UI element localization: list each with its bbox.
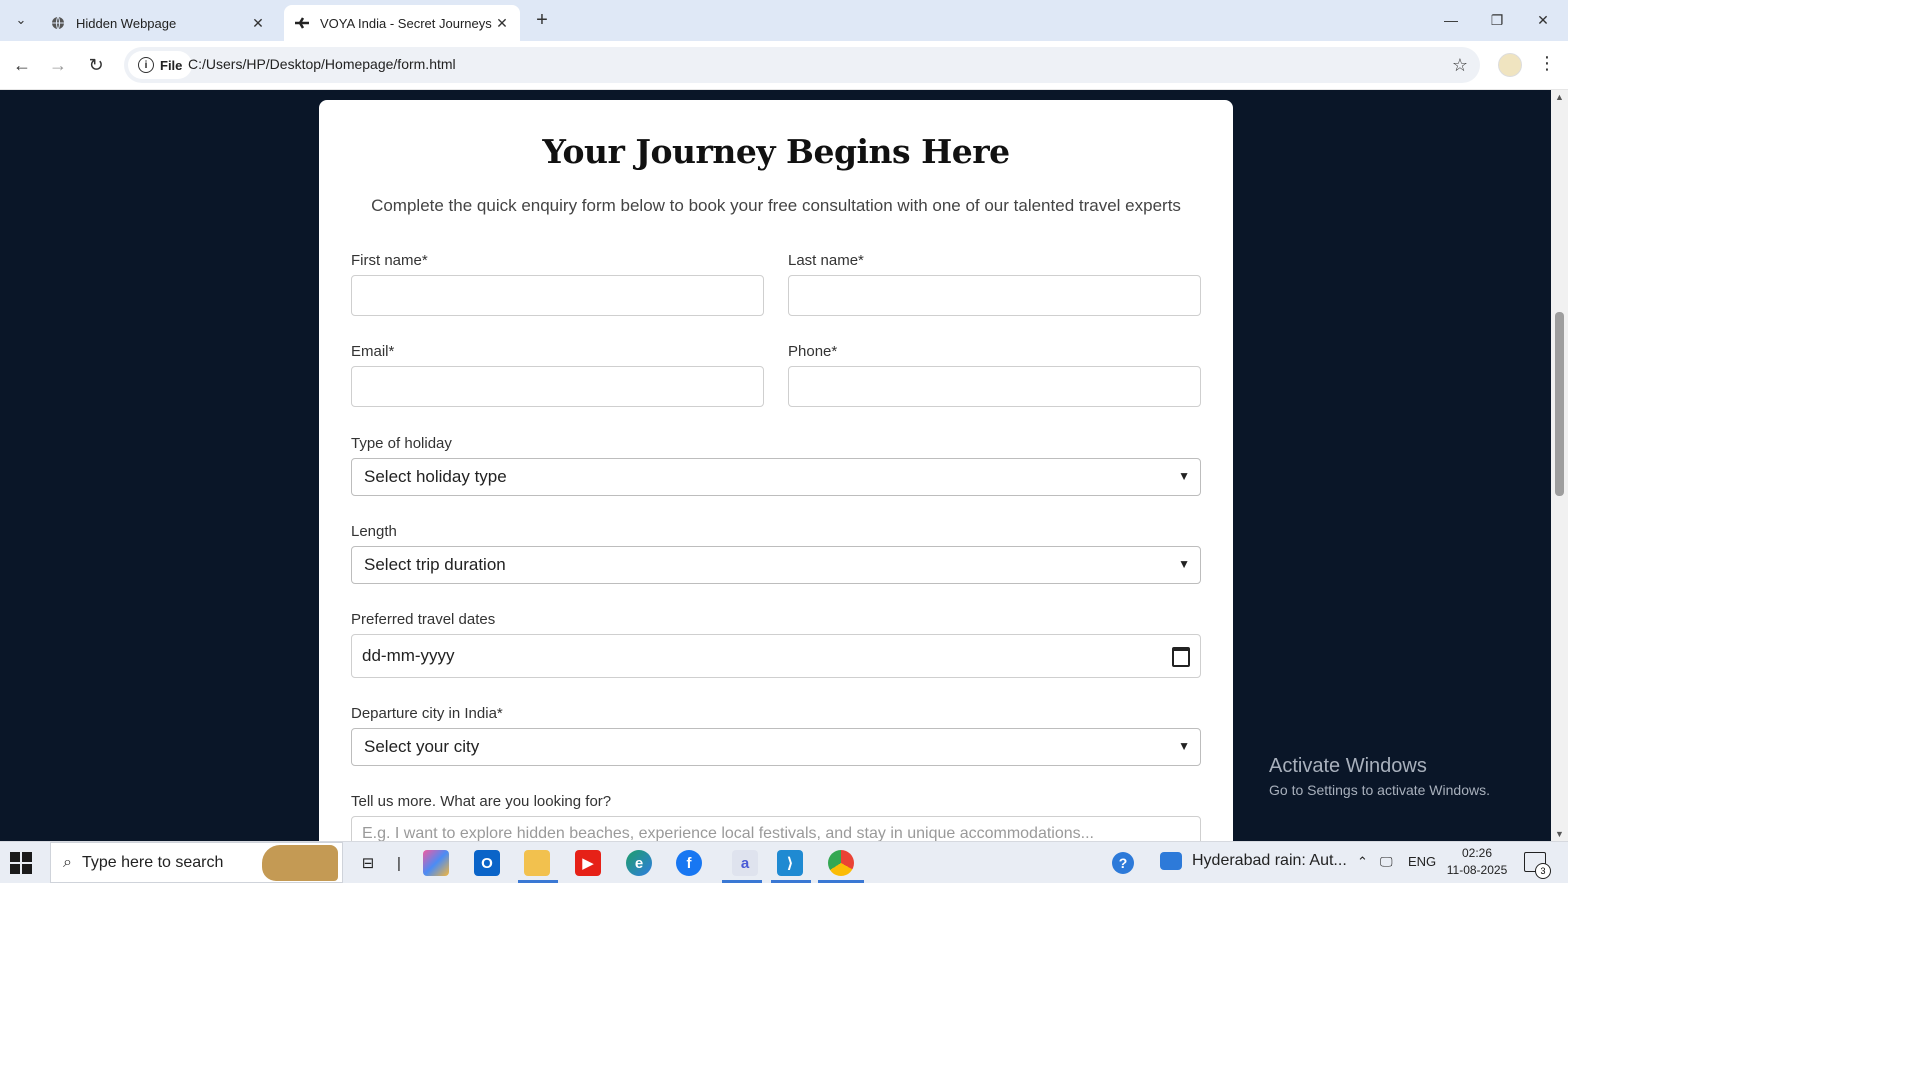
browser-toolbar: ← → ↻ i File C:/Users/HP/Desktop/Homepag… <box>0 41 1568 90</box>
holiday-type-label: Type of holiday <box>351 435 452 452</box>
news-widget[interactable]: Hyderabad rain: Aut... <box>1160 852 1347 870</box>
bookmark-star-icon[interactable]: ☆ <box>1452 55 1468 76</box>
tab-title: VOYA India - Secret Journeys <box>320 15 492 31</box>
vscode-icon[interactable]: ⟩ <box>777 850 803 876</box>
document-app-icon[interactable]: a <box>732 850 758 876</box>
help-icon[interactable]: ? <box>1112 852 1134 874</box>
search-placeholder: Type here to search <box>81 853 224 871</box>
departure-city-label: Departure city in India* <box>351 705 503 722</box>
departure-city-select[interactable]: Select your city ▼ <box>351 728 1201 766</box>
close-window-icon[interactable]: ✕ <box>1520 8 1566 32</box>
forward-icon[interactable]: → <box>46 53 70 77</box>
youtube-icon[interactable]: ▶ <box>575 850 601 876</box>
first-name-input[interactable] <box>351 275 764 316</box>
active-app-underline <box>518 880 558 883</box>
travel-dates-value: dd-mm-yyyy <box>362 646 455 665</box>
active-app-underline <box>771 880 811 883</box>
file-explorer-icon[interactable] <box>524 850 550 876</box>
scroll-up-icon[interactable]: ▲ <box>1555 92 1564 102</box>
active-app-underline <box>818 880 864 883</box>
menu-kebab-icon[interactable]: ⋮ <box>1538 53 1556 74</box>
globe-icon <box>50 15 66 31</box>
minimize-icon[interactable]: — <box>1428 8 1474 32</box>
scroll-down-icon[interactable]: ▼ <box>1555 829 1564 839</box>
tab-strip: ⌄ Hidden Webpage ✕ VOYA India - Secret J… <box>0 0 1568 41</box>
page-viewport: Your Journey Begins Here Complete the qu… <box>0 90 1551 841</box>
chevron-down-icon: ▼ <box>1178 739 1190 753</box>
watermark-subtitle: Go to Settings to activate Windows. <box>1269 782 1490 798</box>
widgets-divider-icon: | <box>397 854 401 872</box>
departure-city-value: Select your city <box>364 737 480 756</box>
taskbar-search-box[interactable]: ⌕ Type here to search <box>50 842 343 883</box>
search-icon: ⌕ <box>63 853 72 871</box>
news-icon <box>1160 852 1182 870</box>
tab-title: Hidden Webpage <box>76 15 177 31</box>
chevron-down-icon: ▼ <box>1178 469 1190 483</box>
close-tab-icon[interactable]: ✕ <box>248 15 268 32</box>
active-app-underline <box>722 880 762 883</box>
scrollbar-thumb[interactable] <box>1555 312 1564 496</box>
news-headline: Hyderabad rain: Aut... <box>1192 852 1347 869</box>
holiday-type-value: Select holiday type <box>364 467 507 486</box>
site-info-chip[interactable]: i File <box>128 51 193 79</box>
length-label: Length <box>351 523 397 540</box>
calendar-icon[interactable] <box>1172 647 1190 667</box>
notification-count: 3 <box>1535 863 1551 879</box>
email-input[interactable] <box>351 366 764 407</box>
notifications-icon[interactable]: 3 <box>1524 852 1551 879</box>
trip-duration-value: Select trip duration <box>364 555 506 574</box>
first-name-label: First name* <box>351 252 428 269</box>
clock-time: 02:26 <box>1461 846 1493 860</box>
last-name-input[interactable] <box>788 275 1201 316</box>
tell-us-more-textarea[interactable]: E.g. I want to explore hidden beaches, e… <box>351 816 1201 841</box>
language-indicator[interactable]: ENG <box>1408 854 1436 869</box>
back-icon[interactable]: ← <box>10 53 34 77</box>
windows-start-icon[interactable] <box>10 852 32 874</box>
new-tab-button[interactable]: + <box>530 8 554 32</box>
last-name-label: Last name* <box>788 252 864 269</box>
task-view-icon[interactable]: ⊟ <box>355 850 381 876</box>
phone-label: Phone* <box>788 343 838 360</box>
search-highlight-lion-image <box>262 845 338 881</box>
tell-us-more-label: Tell us more. What are you looking for? <box>351 793 612 810</box>
travel-dates-input[interactable]: dd-mm-yyyy <box>351 634 1201 678</box>
system-clock[interactable]: 02:26 11-08-2025 <box>1444 845 1510 879</box>
tab-voya-india[interactable]: VOYA India - Secret Journeys ✕ <box>284 5 520 41</box>
phone-input[interactable] <box>788 366 1201 407</box>
vertical-scrollbar[interactable]: ▲ ▼ <box>1551 90 1568 841</box>
form-subtitle: Complete the quick enquiry form below to… <box>371 196 1181 215</box>
reload-icon[interactable]: ↻ <box>84 53 108 77</box>
restore-icon[interactable]: ❐ <box>1474 8 1520 32</box>
clock-date: 11-08-2025 <box>1446 863 1508 877</box>
url-text[interactable]: C:/Users/HP/Desktop/Homepage/form.html <box>188 56 456 72</box>
network-icon[interactable]: 🖵 <box>1380 854 1393 870</box>
chrome-icon[interactable] <box>828 850 854 876</box>
close-tab-icon[interactable]: ✕ <box>492 15 512 32</box>
tab-search-button[interactable]: ⌄ <box>8 8 34 32</box>
activate-windows-watermark: Activate Windows Go to Settings to activ… <box>1269 755 1490 798</box>
info-icon: i <box>138 57 154 73</box>
watermark-title: Activate Windows <box>1269 755 1427 777</box>
trip-duration-select[interactable]: Select trip duration ▼ <box>351 546 1201 584</box>
chevron-up-icon[interactable]: ⌃ <box>1357 854 1368 870</box>
windows-taskbar: ⌕ Type here to search ⊟ | O ▶ e f a ⟩ ? … <box>0 841 1568 883</box>
enquiry-form-card: Your Journey Begins Here Complete the qu… <box>319 100 1233 841</box>
tab-hidden-webpage[interactable]: Hidden Webpage ✕ <box>40 5 276 41</box>
address-bar[interactable]: i File C:/Users/HP/Desktop/Homepage/form… <box>124 47 1480 83</box>
edge-icon[interactable]: e <box>626 850 652 876</box>
chip-label: File <box>160 57 183 73</box>
outlook-icon[interactable]: O <box>474 850 500 876</box>
chevron-down-icon: ▼ <box>1178 557 1190 571</box>
holiday-type-select[interactable]: Select holiday type ▼ <box>351 458 1201 496</box>
profile-avatar[interactable] <box>1498 53 1522 77</box>
email-label: Email* <box>351 343 395 360</box>
travel-dates-label: Preferred travel dates <box>351 611 496 628</box>
facebook-icon[interactable]: f <box>676 850 702 876</box>
form-heading: Your Journey Begins Here <box>542 132 1010 171</box>
airplane-icon <box>294 15 310 31</box>
copilot-icon[interactable] <box>423 850 449 876</box>
